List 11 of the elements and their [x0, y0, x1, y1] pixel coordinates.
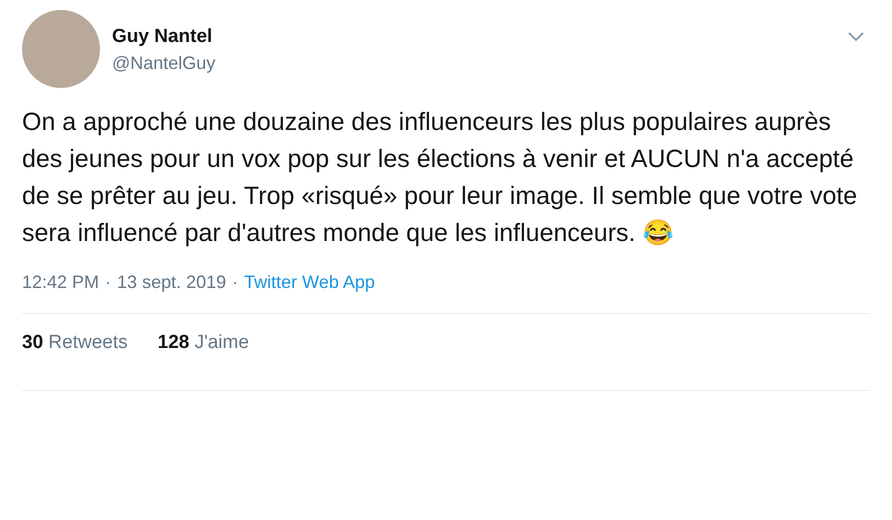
stat-link[interactable]: 128 J'aime: [158, 332, 249, 370]
separator-dot: ·: [232, 272, 238, 293]
stat-link[interactable]: 30 Retweets: [22, 332, 128, 370]
tweet-text: On a approché une douzaine des influenceurs les plus populaires auprès des jeunes pour un vox pop sur les élections à venir et AUCUN n'a accepté de se prêter au jeu. Trop «risqué» pour leur image. Il semble que votre vote sera influencé par d'autres monde que les influenceurs. 😂: [22, 107, 858, 249]
author-name[interactable]: Guy Nantel: [112, 26, 216, 48]
tweet-time[interactable]: 12:42 PM: [22, 272, 100, 293]
separator-dot: ·: [105, 272, 112, 293]
author-handle[interactable]: @NantelGuy: [112, 53, 216, 74]
tweet-date[interactable]: 13 sept. 2019: [117, 272, 226, 293]
source-link[interactable]: Twitter Web App: [244, 272, 375, 293]
chevron-down-icon[interactable]: [848, 32, 864, 42]
